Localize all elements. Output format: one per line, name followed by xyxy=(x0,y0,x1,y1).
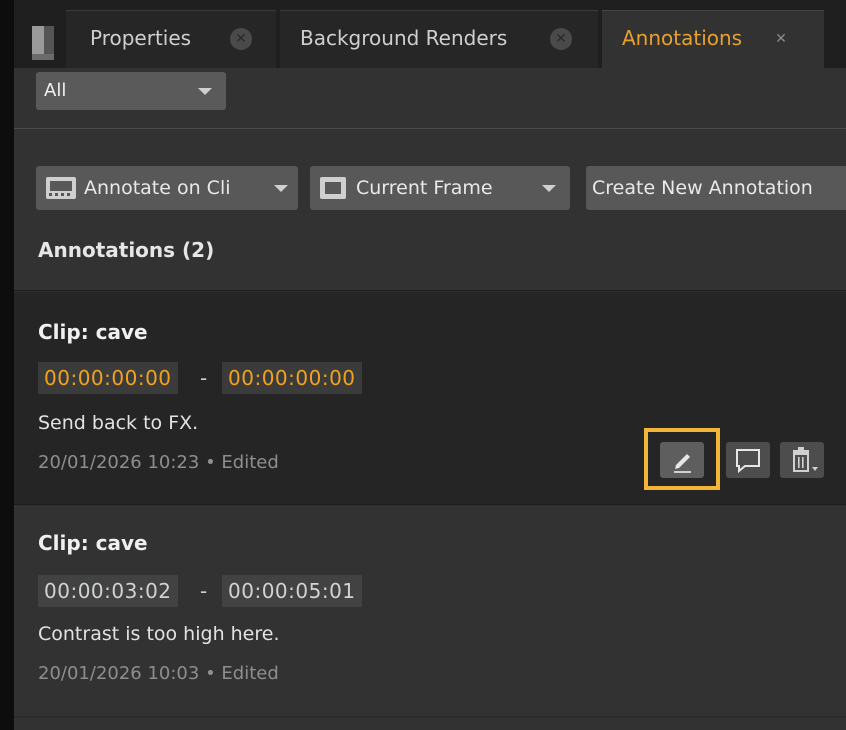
panel-menu-icon[interactable] xyxy=(32,12,62,62)
timecode-separator: - xyxy=(200,366,208,390)
delete-button[interactable] xyxy=(780,442,824,478)
annotations-count-heading: Annotations (2) xyxy=(38,238,215,262)
chevron-down-icon xyxy=(542,185,556,192)
annotation-text: Contrast is too high here. xyxy=(38,623,280,645)
annotation-meta: 20/01/2026 10:03 • Edited xyxy=(38,663,279,684)
timecode-out[interactable]: 00:00:05:01 xyxy=(222,575,362,607)
filter-dropdown[interactable]: All xyxy=(36,72,226,110)
frame-mode-dropdown[interactable]: Current Frame xyxy=(310,166,570,210)
trash-icon xyxy=(793,447,818,472)
clip-name: Clip: cave xyxy=(38,531,148,555)
close-icon[interactable]: ✕ xyxy=(770,28,792,50)
divider xyxy=(14,716,846,718)
divider xyxy=(14,128,846,129)
annotate-on-dropdown[interactable]: Annotate on Cli xyxy=(36,166,298,210)
close-icon[interactable]: ✕ xyxy=(230,28,252,50)
annotate-on-label: Annotate on Cli xyxy=(84,177,231,199)
comment-icon xyxy=(736,449,760,474)
timecode-out[interactable]: 00:00:00:00 xyxy=(222,362,362,394)
edit-highlight-box xyxy=(644,428,720,490)
tab-properties-label: Properties xyxy=(90,26,192,50)
tab-annotations-label: Annotations xyxy=(622,26,743,50)
film-icon xyxy=(46,177,76,199)
annotations-panel: Properties ✕ Background Renders ✕ Annota… xyxy=(14,0,846,730)
comment-button[interactable] xyxy=(726,442,770,478)
tab-background-renders[interactable]: Background Renders ✕ xyxy=(280,10,598,68)
chevron-down-icon xyxy=(198,88,212,95)
chevron-down-icon xyxy=(274,185,288,192)
filter-dropdown-value: All xyxy=(44,80,67,101)
tab-background-renders-label: Background Renders xyxy=(300,26,508,50)
timecode-in[interactable]: 00:00:00:00 xyxy=(38,362,178,394)
tab-properties[interactable]: Properties ✕ xyxy=(66,10,276,68)
tab-annotations[interactable]: Annotations ✕ xyxy=(602,10,824,68)
annotation-card[interactable]: Clip: cave 00:00:00:00 - 00:00:00:00 Sen… xyxy=(14,292,846,504)
annotation-text: Send back to FX. xyxy=(38,412,199,434)
tab-bar: Properties ✕ Background Renders ✕ Annota… xyxy=(14,0,846,68)
frame-mode-label: Current Frame xyxy=(356,177,493,199)
timecode-separator: - xyxy=(200,579,208,603)
clip-name: Clip: cave xyxy=(38,320,148,344)
create-new-annotation-label: Create New Annotation xyxy=(592,177,813,199)
close-icon[interactable]: ✕ xyxy=(550,28,572,50)
left-edge-strip xyxy=(0,0,14,730)
annotation-meta: 20/01/2026 10:23 • Edited xyxy=(38,452,279,473)
timecode-in[interactable]: 00:00:03:02 xyxy=(38,575,178,607)
frame-icon xyxy=(320,177,346,199)
annotation-card[interactable]: Clip: cave 00:00:03:02 - 00:00:05:01 Con… xyxy=(14,505,846,717)
create-new-annotation-button[interactable]: Create New Annotation xyxy=(586,166,846,210)
divider xyxy=(14,290,846,291)
